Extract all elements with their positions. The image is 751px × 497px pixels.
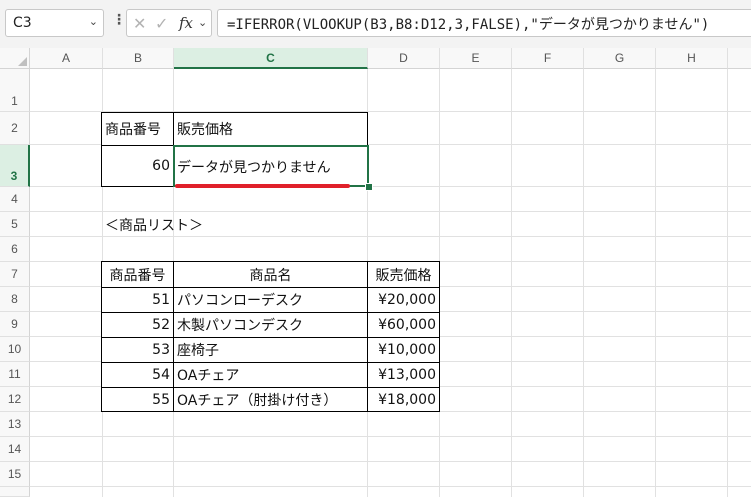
row-header-10[interactable]: 10	[0, 337, 30, 362]
cell-c3[interactable]: データが見つかりません	[173, 145, 368, 187]
gridline	[30, 436, 751, 437]
cell-b11[interactable]: 54	[101, 362, 174, 388]
row-header-14[interactable]: 14	[0, 437, 30, 462]
cell-d12[interactable]: ¥18,000	[367, 387, 440, 412]
gridline	[30, 486, 751, 487]
gridline	[655, 69, 656, 497]
column-header-f[interactable]: F	[512, 48, 584, 69]
row-header-13[interactable]: 13	[0, 412, 30, 437]
insert-function-icon[interactable]: fx	[179, 14, 193, 32]
select-all-triangle-icon	[18, 57, 27, 66]
column-header-e[interactable]: E	[440, 48, 512, 69]
column-header-d[interactable]: D	[368, 48, 440, 69]
cell-c10[interactable]: 座椅子	[173, 337, 368, 363]
formula-buttons: ✕ ✓ fx ⌄	[126, 9, 212, 37]
cell-b7[interactable]: 商品番号	[101, 261, 174, 288]
row-header-2[interactable]: 2	[0, 112, 30, 145]
row-header-11[interactable]: 11	[0, 362, 30, 387]
name-box[interactable]: C3 ⌄	[5, 9, 104, 37]
cell-c12[interactable]: OAチェア（肘掛け付き）	[173, 387, 368, 412]
row-header-4[interactable]: 4	[0, 187, 30, 212]
gridline	[727, 69, 728, 497]
cell-b2[interactable]: 商品番号	[101, 112, 174, 146]
cell-d7[interactable]: 販売価格	[367, 261, 440, 288]
fill-handle[interactable]	[365, 183, 373, 191]
cell-d10[interactable]: ¥10,000	[367, 337, 440, 363]
cancel-icon[interactable]: ✕	[133, 14, 146, 33]
name-box-value: C3	[13, 15, 32, 31]
cell-c8[interactable]: パソコンローデスク	[173, 287, 368, 313]
row-header-16[interactable]	[0, 487, 30, 497]
cell-d11[interactable]: ¥13,000	[367, 362, 440, 388]
gridline	[583, 69, 584, 497]
gridline	[511, 69, 512, 497]
row-header-12[interactable]: 12	[0, 387, 30, 412]
formula-input[interactable]: =IFERROR(VLOOKUP(B3,B8:D12,3,FALSE),"データ…	[217, 9, 751, 37]
column-header-c[interactable]: C	[174, 48, 368, 69]
cell-c11[interactable]: OAチェア	[173, 362, 368, 388]
cell-d8[interactable]: ¥20,000	[367, 287, 440, 313]
row-header-5[interactable]: 5	[0, 212, 30, 237]
column-header-a[interactable]: A	[30, 48, 103, 69]
annotation-underline	[175, 184, 350, 188]
more-options-icon[interactable]: ⋮	[112, 12, 126, 28]
cell-b8[interactable]: 51	[101, 287, 174, 313]
formula-text: =IFERROR(VLOOKUP(B3,B8:D12,3,FALSE),"データ…	[227, 17, 710, 33]
row-header-1[interactable]: 1	[0, 69, 30, 112]
row-header-15[interactable]: 15	[0, 462, 30, 487]
column-header-b[interactable]: B	[103, 48, 174, 69]
row-header-6[interactable]: 6	[0, 237, 30, 262]
column-header-i[interactable]	[728, 48, 751, 69]
column-header-h[interactable]: H	[656, 48, 728, 69]
column-header-g[interactable]: G	[584, 48, 656, 69]
cell-b10[interactable]: 53	[101, 337, 174, 363]
cell-b12[interactable]: 55	[101, 387, 174, 412]
cell-b3[interactable]: 60	[101, 145, 174, 187]
cell-c7[interactable]: 商品名	[173, 261, 368, 288]
cell-c2[interactable]: 販売価格	[173, 112, 368, 146]
chevron-down-icon[interactable]: ⌄	[89, 15, 98, 28]
row-header-8[interactable]: 8	[0, 287, 30, 312]
cell-b5[interactable]: ＜商品リスト＞	[102, 212, 252, 237]
chevron-down-icon[interactable]: ⌄	[198, 16, 207, 29]
enter-icon[interactable]: ✓	[155, 14, 168, 33]
row-header-9[interactable]: 9	[0, 312, 30, 337]
cell-c9[interactable]: 木製パソコンデスク	[173, 312, 368, 338]
row-header-3[interactable]: 3	[0, 145, 30, 187]
formula-bar: C3 ⌄ ⋮ ✕ ✓ fx ⌄ =IFERROR(VLOOKUP(B3,B8:D…	[0, 0, 751, 48]
select-all-button[interactable]	[0, 48, 30, 69]
gridline	[30, 461, 751, 462]
cell-b9[interactable]: 52	[101, 312, 174, 338]
cell-d9[interactable]: ¥60,000	[367, 312, 440, 338]
row-header-7[interactable]: 7	[0, 262, 30, 287]
